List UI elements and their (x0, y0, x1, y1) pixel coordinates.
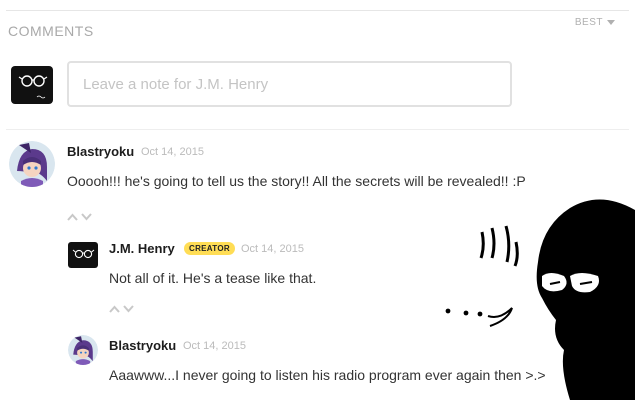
comments-heading: COMMENTS (8, 23, 94, 39)
doodle-silhouette (445, 199, 635, 400)
creator-badge: CREATOR (184, 242, 235, 255)
note-input[interactable] (67, 61, 512, 107)
comment-author[interactable]: Blastryoku (109, 338, 176, 353)
glasses-icon (72, 249, 95, 259)
comment-date[interactable]: Oct 14, 2015 (183, 340, 246, 352)
current-user-avatar (11, 66, 53, 104)
sort-dropdown[interactable]: BEST (575, 17, 615, 28)
downvote-icon[interactable] (81, 213, 92, 221)
vote-controls (67, 213, 92, 221)
downvote-icon[interactable] (123, 305, 134, 313)
comment-text: Not all of it. He's a tease like that. (109, 270, 317, 286)
comment-text: Ooooh!!! he's going to tell us the story… (67, 173, 526, 189)
glasses-icon (18, 75, 48, 99)
avatar[interactable] (9, 141, 55, 187)
upvote-icon[interactable] (67, 213, 78, 221)
comment-author[interactable]: J.M. Henry (109, 241, 175, 256)
comment-date[interactable]: Oct 14, 2015 (241, 243, 304, 255)
comment-date[interactable]: Oct 14, 2015 (141, 146, 204, 158)
vote-controls (109, 305, 134, 313)
sort-label: BEST (574, 17, 603, 28)
top-divider (6, 10, 629, 11)
chevron-down-icon (607, 20, 615, 25)
composer-divider (6, 129, 629, 130)
upvote-icon[interactable] (109, 305, 120, 313)
avatar[interactable] (68, 242, 98, 268)
comment-author[interactable]: Blastryoku (67, 144, 134, 159)
avatar[interactable] (68, 335, 98, 365)
